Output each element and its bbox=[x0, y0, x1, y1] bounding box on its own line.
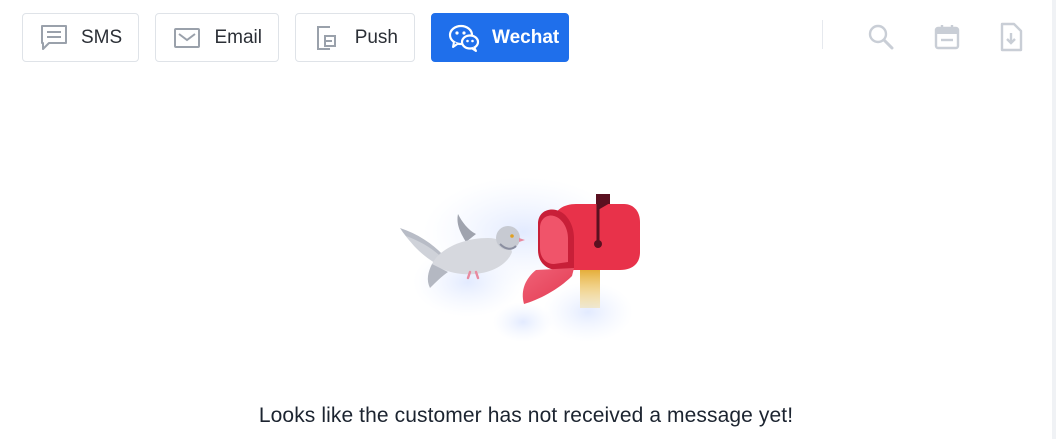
message-history-panel: SMS Email Push Wechat Looks like the cus… bbox=[0, 0, 1056, 439]
channel-tabs: SMS Email Push Wechat bbox=[22, 13, 569, 62]
wechat-tab-label: Wechat bbox=[492, 26, 560, 48]
empty-state-message: Looks like the customer has not received… bbox=[258, 404, 794, 427]
search-icon[interactable] bbox=[866, 22, 896, 52]
wechat-icon bbox=[448, 22, 480, 54]
pigeon-mailbox-illustration bbox=[388, 172, 658, 352]
email-tab-button[interactable]: Email bbox=[155, 13, 279, 62]
email-icon bbox=[172, 22, 202, 54]
push-tab-label: Push bbox=[354, 26, 398, 48]
sms-tab-button[interactable]: SMS bbox=[22, 13, 139, 62]
toolbar-divider bbox=[822, 20, 823, 49]
calendar-icon[interactable] bbox=[932, 22, 962, 52]
push-icon bbox=[312, 22, 343, 54]
sms-tab-label: SMS bbox=[81, 26, 123, 48]
email-tab-label: Email bbox=[214, 26, 262, 48]
push-tab-button[interactable]: Push bbox=[295, 13, 415, 62]
scrollbar-track[interactable] bbox=[1052, 0, 1056, 439]
wechat-tab-button[interactable]: Wechat bbox=[431, 13, 569, 62]
sms-icon bbox=[39, 22, 69, 54]
download-icon[interactable] bbox=[996, 22, 1026, 52]
